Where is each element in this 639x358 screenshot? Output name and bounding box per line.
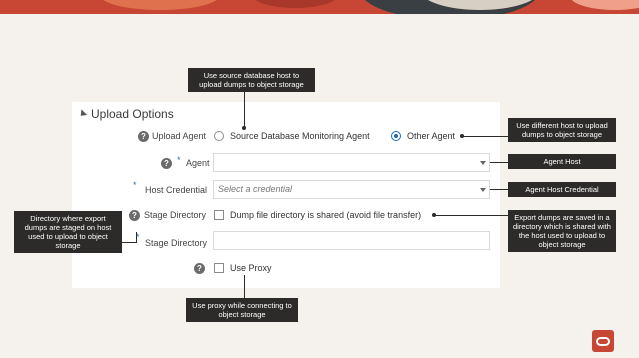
- stage-directory-label: Stage Directory: [144, 210, 207, 220]
- shared-directory-checkbox-label: Dump file directory is shared (avoid fil…: [230, 210, 422, 220]
- chevron-down-icon[interactable]: [480, 188, 486, 192]
- stage-directory-input[interactable]: [213, 231, 490, 250]
- callout-connector-dot: [460, 134, 464, 138]
- callout-connector: [244, 275, 245, 298]
- callout-stage-dir: Directory where export dumps are staged …: [14, 211, 122, 253]
- callout-connector-dot: [242, 126, 246, 130]
- oracle-logo: [592, 330, 614, 352]
- chevron-down-icon[interactable]: [480, 161, 486, 165]
- decorative-banner: [0, 0, 639, 14]
- host-credential-select[interactable]: Select a credential: [213, 180, 490, 199]
- radio-source-agent[interactable]: [214, 131, 224, 141]
- help-icon[interactable]: ?: [129, 210, 140, 221]
- host-credential-placeholder: Select a credential: [218, 184, 293, 194]
- required-indicator: *: [177, 155, 181, 165]
- host-credential-label: Host Credential: [145, 185, 208, 195]
- stage-directory-field-label: Stage Directory: [145, 238, 208, 248]
- help-icon[interactable]: ?: [161, 158, 172, 169]
- required-indicator: *: [133, 180, 137, 190]
- upload-agent-label: Upload Agent: [152, 131, 207, 141]
- callout-proxy: Use proxy while connecting to object sto…: [186, 298, 298, 322]
- callout-connector: [490, 189, 508, 190]
- agent-label: Agent: [186, 158, 210, 168]
- callout-source-host: Use source database host to upload dumps…: [188, 68, 315, 92]
- use-proxy-checkbox[interactable]: [214, 263, 224, 273]
- callout-connector: [136, 232, 137, 243]
- callout-connector-dot: [432, 213, 436, 217]
- radio-source-agent-label: Source Database Monitoring Agent: [230, 131, 370, 141]
- radio-other-agent-label: Other Agent: [407, 131, 456, 141]
- section-title: Upload Options: [91, 107, 174, 121]
- help-icon[interactable]: ?: [138, 131, 149, 142]
- callout-connector: [434, 215, 508, 216]
- collapse-triangle-icon[interactable]: [77, 109, 88, 119]
- callout-other-agent: Use different host to upload dumps to ob…: [508, 118, 616, 142]
- use-proxy-label: Use Proxy: [230, 263, 272, 273]
- callout-connector: [122, 242, 136, 243]
- callout-agent-host-credential: Agent Host Credential: [508, 182, 616, 197]
- callout-connector: [462, 136, 508, 137]
- shared-directory-checkbox[interactable]: [214, 210, 224, 220]
- callout-connector: [490, 162, 508, 163]
- radio-other-agent[interactable]: [391, 131, 401, 141]
- callout-connector: [244, 91, 245, 128]
- help-icon[interactable]: ?: [194, 263, 205, 274]
- agent-select[interactable]: [213, 153, 490, 172]
- section-header[interactable]: Upload Options: [77, 107, 174, 121]
- callout-agent-host: Agent Host: [508, 154, 616, 169]
- callout-export-dumps: Export dumps are saved in a directory wh…: [508, 210, 616, 252]
